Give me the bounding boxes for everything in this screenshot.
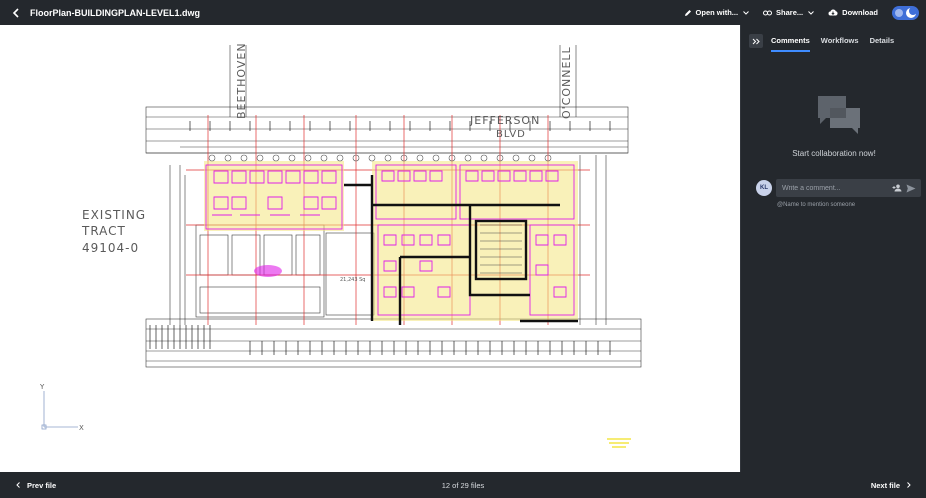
prev-file-label: Prev file <box>27 480 57 490</box>
share-label: Share... <box>776 8 804 17</box>
tab-details[interactable]: Details <box>870 36 895 52</box>
moon-icon <box>906 6 917 18</box>
file-counter: 12 of 29 files <box>441 480 485 490</box>
top-bar: FloorPlan-BUILDINGPLAN-LEVEL1.dwg Open w… <box>0 0 926 25</box>
empty-state-text: Start collaboration now! <box>792 149 876 158</box>
side-panel: Comments Workflows Details Start collabo… <box>740 25 926 472</box>
send-icon[interactable] <box>906 184 916 193</box>
yellow-markup <box>607 438 631 448</box>
avatar: KL <box>756 180 772 196</box>
next-file-label: Next file <box>870 480 900 490</box>
axis-x-label: X <box>79 424 84 432</box>
link-icon <box>763 10 773 16</box>
chevron-right-icon <box>907 482 911 488</box>
bottom-bar: Prev file 12 of 29 files Next file <box>0 472 926 498</box>
street-label-oconnell: O'CONNELL <box>560 46 573 119</box>
download-label: Download <box>842 8 878 17</box>
tab-workflows[interactable]: Workflows <box>821 36 859 52</box>
axis-y-label: Y <box>39 383 45 391</box>
cad-drawing: BEETHOVEN O'CONNELL JEFFERSON BLVD EXIST… <box>39 42 642 448</box>
tract-label-number: 49104-0 <box>82 241 139 255</box>
next-file-button[interactable]: Next file <box>871 481 911 490</box>
pencil-icon <box>684 9 692 17</box>
open-with-label: Open with... <box>695 8 739 17</box>
tract-label-existing: EXISTING <box>82 208 146 222</box>
drawing-viewer[interactable]: BEETHOVEN O'CONNELL JEFFERSON BLVD EXIST… <box>0 25 740 472</box>
prev-file-button[interactable]: Prev file <box>16 481 56 490</box>
comment-input[interactable] <box>782 184 888 192</box>
theme-toggle[interactable] <box>892 5 919 20</box>
file-title: FloorPlan-BUILDINGPLAN-LEVEL1.dwg <box>30 7 200 18</box>
street-label-blvd: BLVD <box>496 129 526 140</box>
tab-comments[interactable]: Comments <box>771 36 810 52</box>
tract-label-tract: TRACT <box>81 224 126 238</box>
street-label-beethoven: BEETHOVEN <box>235 42 248 119</box>
sun-icon <box>895 8 903 17</box>
open-with-button[interactable]: Open with... <box>684 8 750 17</box>
ucs-axis-icon <box>41 391 78 430</box>
collapse-panel-icon[interactable] <box>749 34 763 48</box>
mention-hint: @Name to mention someone <box>777 202 856 208</box>
panel-tabs: Comments Workflows Details <box>771 36 905 52</box>
chevron-down-icon <box>808 10 815 15</box>
street-label-jefferson: JEFFERSON <box>469 114 540 127</box>
chevron-left-icon <box>16 482 20 488</box>
comments-bubble-icon <box>816 94 862 141</box>
area-label: 21,243 Sq <box>340 277 365 283</box>
comment-box <box>776 179 921 197</box>
download-button[interactable]: Download <box>828 8 878 17</box>
header-actions: Open with... Share... Download <box>684 0 926 25</box>
add-person-icon[interactable] <box>892 184 902 192</box>
cloud-download-icon <box>828 9 838 16</box>
chevron-down-icon <box>743 10 749 15</box>
file-preview-app: FloorPlan-BUILDINGPLAN-LEVEL1.dwg Open w… <box>0 0 926 498</box>
back-icon[interactable] <box>10 7 22 19</box>
share-button[interactable]: Share... <box>763 8 815 17</box>
